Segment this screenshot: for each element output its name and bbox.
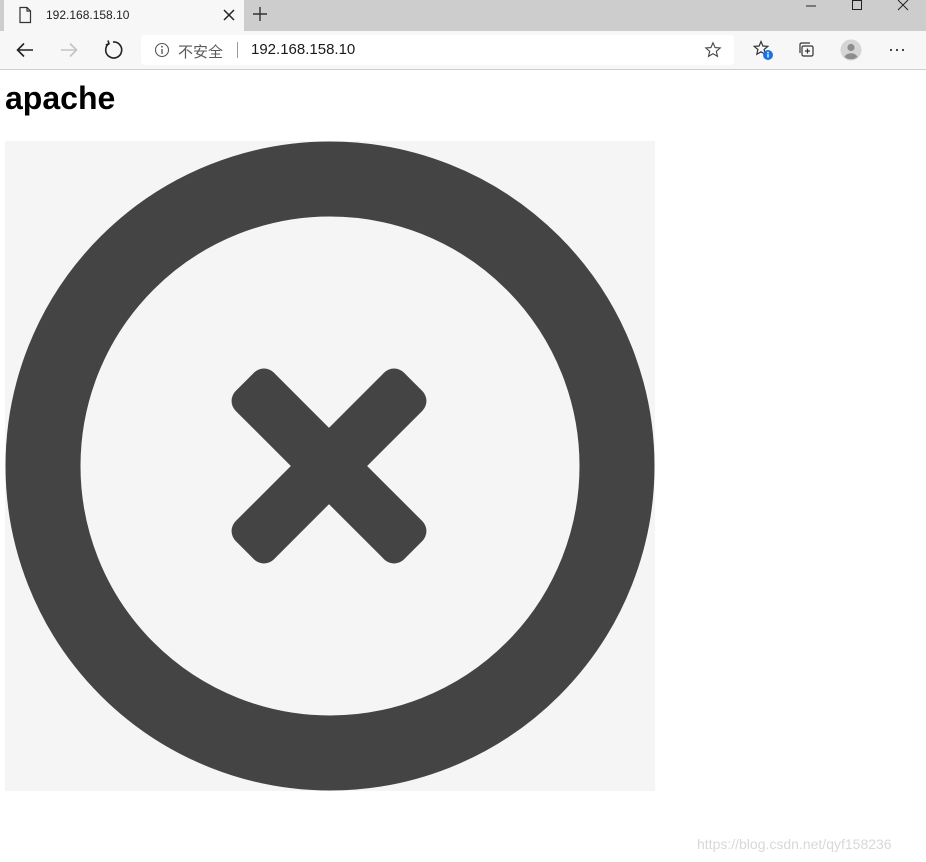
info-icon[interactable] [154,42,170,58]
close-circle-icon [5,141,655,791]
page-heading: apache [5,80,116,116]
maximize-button[interactable] [834,0,880,14]
page-icon [19,6,32,24]
favorites-icon[interactable] [752,39,774,61]
close-tab-icon[interactable] [222,8,236,22]
reload-icon[interactable] [102,39,124,61]
url-text[interactable]: 192.168.158.10 [251,41,355,58]
window-close-icon [897,0,909,11]
tab-title: 192.168.158.10 [46,8,130,22]
browser-toolbar: 不安全 192.168.158.10 [0,31,926,70]
security-label[interactable]: 不安全 [178,41,223,62]
profile-avatar-icon[interactable] [840,39,862,61]
window-close-button[interactable] [880,0,926,14]
watermark-text: https://blog.csdn.net/qyf158236 [697,836,892,852]
broken-image [5,141,655,791]
forward-arrow-icon[interactable] [58,39,80,61]
collections-icon[interactable] [796,39,818,61]
address-separator [237,42,238,58]
new-tab-icon[interactable] [251,5,269,23]
more-options-icon[interactable] [886,39,908,61]
browser-tab[interactable]: 192.168.158.10 [4,0,244,31]
back-arrow-icon[interactable] [14,39,36,61]
maximize-icon [852,0,862,10]
star-icon[interactable] [704,41,722,59]
address-bar[interactable]: 不安全 192.168.158.10 [141,35,734,65]
minimize-button[interactable] [788,0,834,14]
minimize-icon [806,5,816,7]
tab-strip: 192.168.158.10 [0,0,926,31]
